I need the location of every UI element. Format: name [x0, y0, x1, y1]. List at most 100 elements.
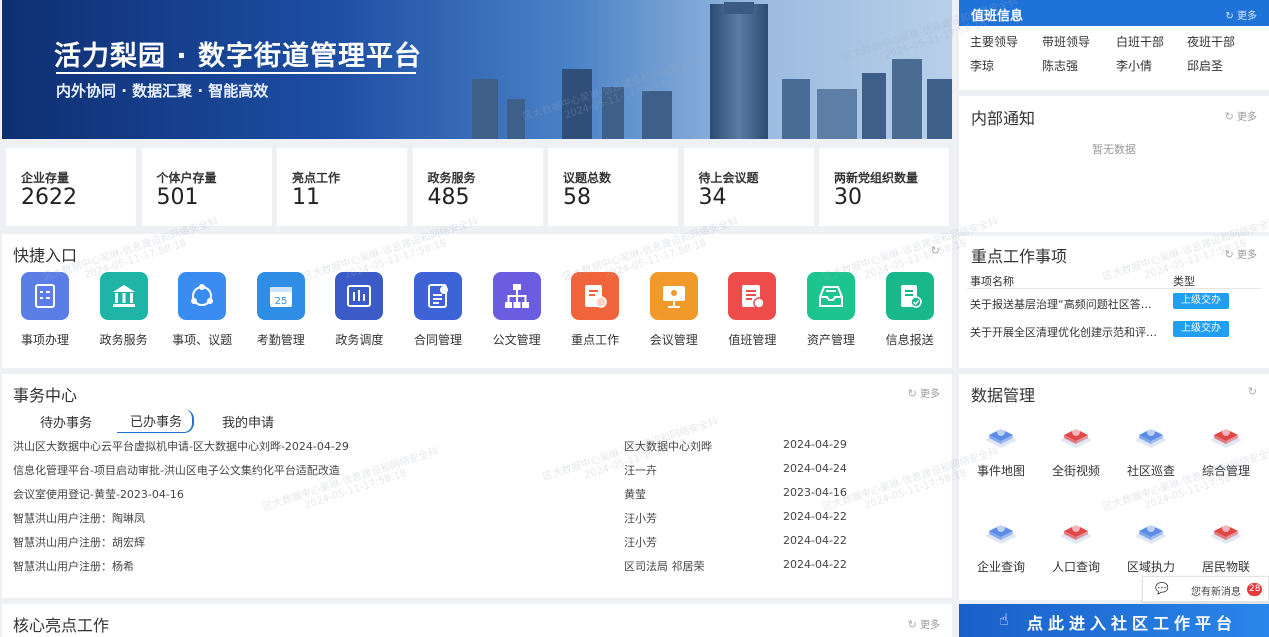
affair-person: 汪小芳 — [624, 512, 657, 525]
duty-name-cell: 邱启圣 — [1187, 59, 1224, 73]
data-management-item[interactable]: 区域执力 — [1116, 514, 1186, 575]
table-row[interactable]: 智慧洪山用户注册：陶琳凤 汪小芳 2024-04-22 — [2, 510, 942, 534]
duty-title: 值班信息 — [971, 9, 1024, 24]
quick-entry-label: 事项、议题 — [172, 333, 233, 347]
award-document-icon — [571, 272, 620, 320]
table-row[interactable]: 信息化管理平台-项目启动审批-洪山区电子公文集约化平台适配改造 汪一卉 2024-0… — [2, 462, 942, 486]
affair-date: 2024-04-29 — [783, 438, 847, 451]
quick-entry-label: 值班管理 — [728, 333, 777, 347]
table-row[interactable]: 洪山区大数据中心云平台虚拟机申请-区大数据中心刘晔-2024-04-29 区大数据… — [2, 438, 942, 462]
tab-my-requests[interactable]: 我的申请 — [222, 412, 274, 431]
checklist-icon — [21, 272, 69, 320]
stat-card[interactable]: 亮点工作 11 — [277, 148, 407, 226]
keywork-col-type: 类型 — [1173, 275, 1195, 288]
affair-name: 会议室使用登记-黄莹-2023-04-16 — [13, 488, 184, 501]
quick-entry-label: 公文管理 — [492, 333, 541, 347]
stat-card[interactable]: 待上会议题 34 — [683, 148, 814, 226]
data-management-item[interactable]: 居民物联 — [1191, 514, 1261, 575]
stat-label: 亮点工作 — [292, 171, 341, 185]
platform-subtitle: 内外协同 · 数据汇聚 · 智能高效 — [56, 82, 269, 100]
quick-entry-label: 资产管理 — [806, 333, 855, 347]
quick-refresh-icon[interactable]: ↻ — [931, 244, 940, 257]
report-submit-icon — [885, 272, 934, 320]
duty-header-cell: 夜班干部 — [1187, 35, 1236, 49]
data-management-item[interactable]: 企业查询 — [966, 514, 1036, 575]
data-management-panel: 数据管理 ↻ 事件地图 全街视频 社区巡查 综合管理 企业查询 人口查询 区域执力 居民物联 — [959, 374, 1269, 600]
stat-value: 485 — [427, 185, 470, 210]
stat-label: 个体户存量 — [156, 171, 217, 185]
data-management-item[interactable]: 综合管理 — [1191, 418, 1261, 479]
keywork-type-badge: 上级交办 — [1173, 293, 1229, 309]
quick-entry-item[interactable]: 值班管理 — [714, 272, 790, 348]
quick-entry-item[interactable]: 事项办理 — [7, 272, 83, 348]
notice-more-link[interactable]: ↻ 更多 — [1225, 108, 1257, 123]
quick-entry-item[interactable]: 重点工作 — [557, 272, 633, 348]
stat-label: 两新党组织数量 — [834, 171, 919, 185]
table-row[interactable]: 智慧洪山用户注册：胡宏辉 汪小芳 2024-04-22 — [2, 534, 942, 558]
quick-entry-item[interactable]: 公文管理 — [479, 272, 555, 348]
stat-card[interactable]: 议题总数 58 — [548, 148, 678, 226]
calendar-icon: 25 — [256, 272, 305, 320]
quick-entry-item[interactable]: 合同管理 — [400, 272, 476, 348]
isometric-tile-icon — [1131, 514, 1171, 552]
quick-entry-label: 会议管理 — [649, 333, 698, 347]
affair-person: 区司法局 祁居荣 — [624, 560, 705, 573]
stat-card[interactable]: 两新党组织数量 30 — [819, 148, 949, 226]
data-management-label: 企业查询 — [976, 560, 1025, 574]
affair-person: 汪小芳 — [624, 536, 657, 549]
quick-entry-item[interactable]: 资产管理 — [793, 272, 869, 348]
affairs-more-link[interactable]: ↻ 更多 — [908, 385, 940, 400]
quick-entry-item[interactable]: 会议管理 — [636, 272, 712, 348]
affair-date: 2024-04-22 — [783, 534, 847, 547]
isometric-tile-icon — [981, 514, 1021, 552]
isometric-tile-icon — [1131, 418, 1171, 456]
affair-name: 信息化管理平台-项目启动审批-洪山区电子公文集约化平台适配改造 — [13, 464, 340, 477]
platform-title: 活力梨园 · 数字街道管理平台 — [54, 41, 423, 72]
data-management-label: 全街视频 — [1051, 464, 1100, 478]
community-platform-button[interactable]: ☝ 点此进入社区工作平台 — [959, 604, 1269, 637]
stat-card[interactable]: 个体户存量 501 — [141, 148, 272, 226]
table-row[interactable]: 智慧洪山用户注册：杨希 区司法局 祁居荣 2024-04-22 — [2, 558, 942, 582]
quick-entry-label: 政务服务 — [99, 333, 148, 347]
data-management-item[interactable]: 社区巡查 — [1116, 418, 1186, 479]
stat-card[interactable]: 企业存量 2622 — [6, 148, 136, 226]
data-management-item[interactable]: 全街视频 — [1041, 418, 1111, 479]
table-row[interactable]: 会议室使用登记-黄莹-2023-04-16 黄莹 2023-04-16 — [2, 486, 942, 510]
divider — [967, 288, 1261, 289]
presentation-icon — [649, 272, 698, 320]
keywork-more-link[interactable]: ↻ 更多 — [1225, 246, 1257, 261]
quick-entry-item[interactable]: 25 考勤管理 — [243, 272, 319, 348]
data-management-item[interactable]: 事件地图 — [966, 418, 1036, 479]
affair-name: 智慧洪山用户注册：陶琳凤 — [13, 512, 145, 525]
duty-more-link[interactable]: ↻ 更多 — [1225, 7, 1257, 22]
refresh-icon: ↻ — [1224, 248, 1234, 261]
isometric-tile-icon — [1206, 418, 1246, 456]
new-message-bar[interactable]: 💬 您有新消息 28 — [1142, 576, 1269, 602]
stat-value: 501 — [156, 185, 199, 210]
message-count-badge: 28 — [1247, 583, 1263, 596]
core-more-link[interactable]: ↻ 更多 — [908, 616, 940, 631]
contract-document-icon — [414, 272, 462, 320]
duty-roster-icon — [728, 272, 777, 320]
quick-entry-item[interactable]: 事项、议题 — [164, 272, 240, 348]
community-platform-label: 点此进入社区工作平台 — [1027, 614, 1238, 633]
stat-value: 30 — [834, 185, 862, 210]
quick-entry-item[interactable]: 政务服务 — [86, 272, 162, 348]
duty-name-cell: 李小倩 — [1116, 59, 1153, 73]
keywork-item-name[interactable]: 关于报送基层治理“高频问题社区答… — [970, 296, 1160, 312]
tab-pending[interactable]: 待办事务 — [40, 412, 92, 431]
chat-icon: 💬 — [1155, 582, 1169, 595]
core-highlight-panel: 核心亮点工作 ↻ 更多 — [2, 604, 952, 637]
data-refresh-icon[interactable]: ↻ — [1248, 385, 1257, 398]
tab-done[interactable]: 已办事务 — [117, 409, 195, 433]
keywork-item-name[interactable]: 关于开展全区清理优化创建示范和评… — [970, 324, 1160, 340]
isometric-tile-icon — [1056, 514, 1096, 552]
stat-value: 11 — [292, 185, 320, 210]
data-management-item[interactable]: 人口查询 — [1041, 514, 1111, 575]
quick-entry-item[interactable]: 信息报送 — [872, 272, 948, 348]
pointer-hand-icon: ☝ — [999, 610, 1009, 629]
stat-value: 58 — [563, 185, 591, 210]
quick-entry-item[interactable]: 政务调度 — [321, 272, 397, 348]
data-management-label: 社区巡查 — [1126, 464, 1175, 478]
stat-card[interactable]: 政务服务 485 — [412, 148, 543, 226]
